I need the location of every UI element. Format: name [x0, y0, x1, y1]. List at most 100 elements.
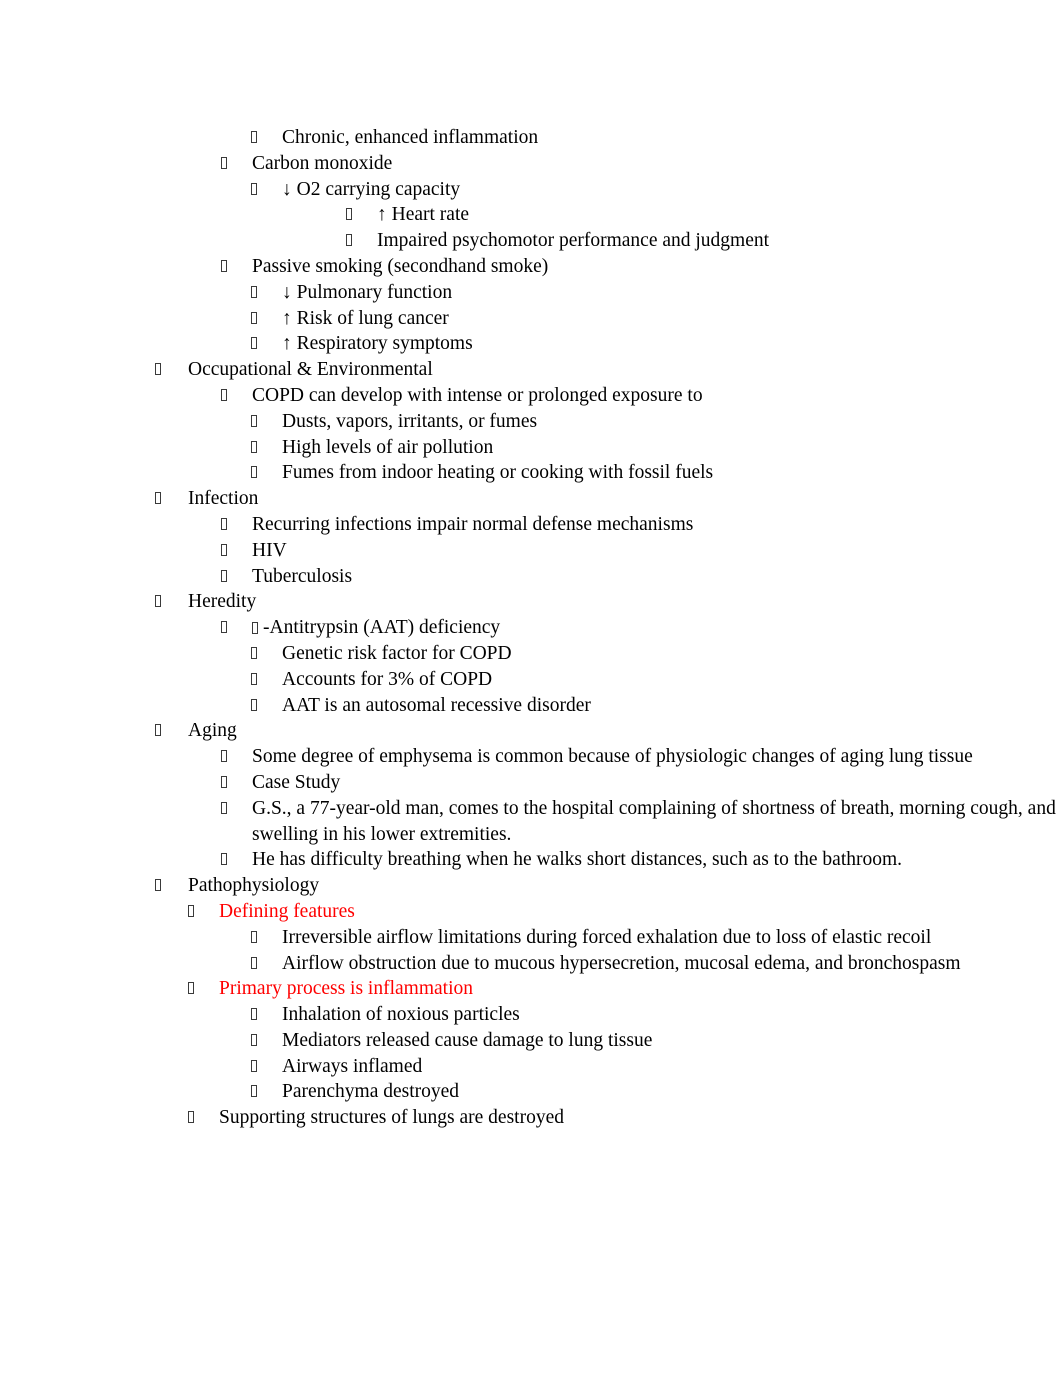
alpha-missing-glyph-icon: [252, 622, 258, 635]
outline-item: Primary process is inflammation: [0, 976, 1062, 1002]
bullet-missing-glyph-icon: [221, 770, 231, 796]
bullet-missing-glyph-icon: [251, 125, 261, 151]
bullet-missing-glyph-icon: [251, 409, 261, 435]
outline-item: Case Study: [0, 770, 1062, 796]
bullet-missing-glyph-icon: [251, 667, 261, 693]
bullet-missing-glyph-icon: [221, 796, 231, 822]
outline-item: Parenchyma destroyed: [0, 1079, 1062, 1105]
bullet-missing-glyph-icon: [251, 306, 261, 332]
outline-item: Tuberculosis: [0, 564, 1062, 590]
outline-item-text: -Antitrypsin (AAT) deficiency: [252, 615, 1062, 641]
bullet-missing-glyph-icon: [155, 357, 165, 383]
outline-item: Fumes from indoor heating or cooking wit…: [0, 460, 1062, 486]
outline-item-text: Carbon monoxide: [252, 152, 393, 174]
outline-item-text: Aging: [188, 720, 237, 742]
outline-item-text: COPD can develop with intense or prolong…: [252, 384, 703, 406]
outline-item: ↑ Respiratory symptoms: [0, 331, 1062, 357]
bullet-missing-glyph-icon: [155, 873, 165, 899]
bullet-missing-glyph-icon: [221, 847, 231, 873]
outline-item: Recurring infections impair normal defen…: [0, 512, 1062, 538]
outline-item-text: ↓ Pulmonary function: [282, 281, 453, 303]
outline-item-text: Genetic risk factor for COPD: [282, 642, 512, 664]
outline-item-text: Parenchyma destroyed: [282, 1081, 460, 1103]
outline-item-text: G.S., a 77-year-old man, comes to the ho…: [252, 797, 1056, 845]
outline-item-text: Some degree of emphysema is common becau…: [252, 746, 973, 768]
outline-item-text: ↑ Risk of lung cancer: [282, 307, 449, 329]
outline-item-text: Chronic, enhanced inflammation: [282, 127, 539, 148]
outline-item: He has difficulty breathing when he walk…: [0, 847, 1062, 873]
bullet-missing-glyph-icon: [251, 460, 261, 486]
outline-item-text: Heredity: [188, 591, 257, 613]
bullet-missing-glyph-icon: [251, 925, 261, 951]
outline-item-text: He has difficulty breathing when he walk…: [252, 849, 903, 871]
bullet-missing-glyph-icon: [221, 615, 231, 641]
outline-item: Defining features: [0, 899, 1062, 925]
outline-item-text: Accounts for 3% of COPD: [282, 668, 493, 690]
bullet-missing-glyph-icon: [251, 1079, 261, 1105]
outline-item: G.S., a 77-year-old man, comes to the ho…: [0, 796, 1062, 848]
outline-item-text: ↑ Respiratory symptoms: [282, 333, 473, 355]
bullet-missing-glyph-icon: [221, 564, 231, 590]
outline-item: Inhalation of noxious particles: [0, 1002, 1062, 1028]
bullet-missing-glyph-icon: [188, 1105, 198, 1131]
outline-item-text: Passive smoking (secondhand smoke): [252, 255, 549, 277]
outline-item: Dusts, vapors, irritants, or fumes: [0, 409, 1062, 435]
outline-item-text: ↓ O2 carrying capacity: [282, 178, 461, 200]
outline-item: Occupational & Environmental: [0, 357, 1062, 383]
outline-item: Some degree of emphysema is common becau…: [0, 744, 1062, 770]
bullet-missing-glyph-icon: [188, 899, 198, 925]
outline-item-text: Impaired psychomotor performance and jud…: [377, 230, 770, 252]
document-page: Chronic, enhanced inflammation Carbon mon…: [0, 0, 1062, 1376]
outline-item-text: Tuberculosis: [252, 565, 353, 587]
bullet-missing-glyph-icon: [251, 1054, 261, 1080]
outline-item-text: Dusts, vapors, irritants, or fumes: [282, 410, 538, 432]
outline-item: Airflow obstruction due to mucous hypers…: [0, 951, 1062, 977]
bullet-missing-glyph-icon: [251, 331, 261, 357]
outline-list: Chronic, enhanced inflammation Carbon mon…: [0, 125, 1062, 1131]
bullet-missing-glyph-icon: [221, 512, 231, 538]
outline-item: Passive smoking (secondhand smoke): [0, 254, 1062, 280]
bullet-missing-glyph-icon: [221, 538, 231, 564]
outline-item-text: Mediators released cause damage to lung …: [282, 1029, 653, 1051]
outline-item: Chronic, enhanced inflammation: [0, 125, 1062, 151]
outline-item: ↑ Heart rate: [0, 202, 1062, 228]
outline-item: HIV: [0, 538, 1062, 564]
outline-item-text: Infection: [188, 488, 259, 510]
outline-item-text: Inhalation of noxious particles: [282, 1004, 520, 1026]
outline-item: Pathophysiology: [0, 873, 1062, 899]
outline-item-text: High levels of air pollution: [282, 436, 494, 458]
bullet-missing-glyph-icon: [221, 744, 231, 770]
outline-item-text: Fumes from indoor heating or cooking wit…: [282, 462, 714, 484]
bullet-missing-glyph-icon: [251, 693, 261, 719]
outline-item-text: Airways inflamed: [282, 1055, 423, 1077]
outline-item-text: HIV: [252, 539, 287, 561]
outline-item-text: Irreversible airflow limitations during …: [282, 926, 932, 948]
outline-item-text: Primary process is inflammation: [219, 978, 473, 1000]
outline-item: ↑ Risk of lung cancer: [0, 306, 1062, 332]
bullet-missing-glyph-icon: [251, 177, 261, 203]
bullet-missing-glyph-icon: [188, 976, 198, 1002]
bullet-missing-glyph-icon: [221, 151, 231, 177]
bullet-missing-glyph-icon: [221, 254, 231, 280]
outline-item-text: ↑ Heart rate: [377, 204, 470, 226]
bullet-missing-glyph-icon: [251, 1002, 261, 1028]
outline-item-text: Recurring infections impair normal defen…: [252, 513, 694, 535]
bullet-missing-glyph-icon: [251, 280, 261, 306]
outline-item: Infection: [0, 486, 1062, 512]
outline-item: ↓ O2 carrying capacity: [0, 177, 1062, 203]
outline-item-text: Defining features: [219, 900, 355, 922]
outline-item: Irreversible airflow limitations during …: [0, 925, 1062, 951]
outline-item: Heredity: [0, 589, 1062, 615]
outline-item-text: Airflow obstruction due to mucous hypers…: [282, 952, 961, 974]
outline-item-text: Occupational & Environmental: [188, 359, 433, 381]
outline-item-text: AAT is an autosomal recessive disorder: [282, 694, 591, 716]
bullet-missing-glyph-icon: [221, 383, 231, 409]
outline-item: -Antitrypsin (AAT) deficiency: [0, 615, 1062, 641]
outline-item-text-rest: -Antitrypsin (AAT) deficiency: [263, 617, 501, 639]
outline-item-text: Supporting structures of lungs are destr…: [219, 1107, 564, 1129]
bullet-missing-glyph-icon: [155, 589, 165, 615]
bullet-missing-glyph-icon: [251, 435, 261, 461]
outline-item: Supporting structures of lungs are destr…: [0, 1105, 1062, 1131]
outline-item: Airways inflamed: [0, 1054, 1062, 1080]
outline-item: High levels of air pollution: [0, 435, 1062, 461]
